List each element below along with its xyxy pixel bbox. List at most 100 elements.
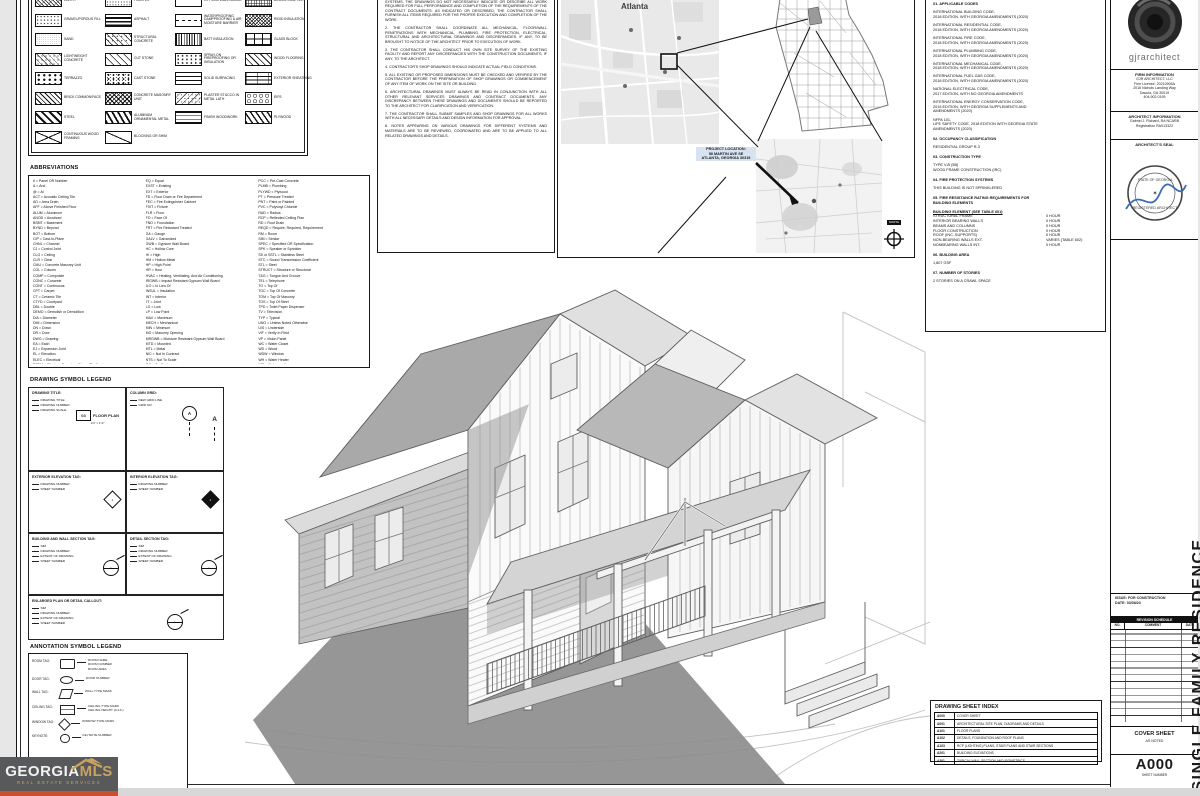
material-hatch-swatch bbox=[175, 0, 202, 7]
sheet-index-number: A102 bbox=[935, 735, 955, 741]
material-legend-item: CUT STONE bbox=[105, 50, 172, 70]
project-title-section: SINGLE FAMILY RESIDENCE 58 MARTIN AVE SE… bbox=[1111, 240, 1198, 594]
material-hatch-swatch bbox=[245, 33, 272, 46]
sheet-index-name: ARCHITECTURAL SITE PLAN, DIAGRAMS AND DE… bbox=[955, 722, 1097, 726]
revision-col-no: NO. bbox=[1111, 623, 1125, 629]
annotation-tag-label: WINDOW TAG: bbox=[32, 719, 58, 724]
leader-line bbox=[74, 693, 83, 694]
material-hatch-swatch bbox=[35, 0, 62, 7]
annotation-legend-row: WALL TAG: WALL TYPE MARK bbox=[32, 689, 184, 700]
material-hatch-swatch bbox=[245, 53, 272, 66]
sheet-index-name: BUILDING ELEVATIONS bbox=[955, 751, 1097, 755]
firm-logo-text: gjrarchitect bbox=[1111, 52, 1198, 62]
materials-column-1: EARTHGRAVEL/POROUS FILLSANDLIGHTWEIGHT C… bbox=[35, 0, 102, 153]
annotation-symbol-labels: ROOM NAME ROOM NUMBER ROOM AREA bbox=[88, 658, 112, 671]
annotation-symbol-glyph bbox=[60, 734, 70, 744]
material-hatch-swatch bbox=[35, 53, 62, 66]
annotation-symbol-glyph bbox=[60, 676, 73, 684]
material-legend-item: SAND bbox=[35, 30, 102, 50]
annotation-symbol-labels: CEILING TYPE MARK CEILING HEIGHT (A.F.F.… bbox=[88, 704, 124, 713]
material-hatch-swatch bbox=[105, 0, 132, 7]
material-label: WATERPROOFING DAMPPROOFING & AIR MOISTUR… bbox=[204, 15, 242, 26]
general-note: ARCHITECTURAL ELEMENTS AND TYPE OF STRUC… bbox=[385, 0, 547, 23]
general-note: 8. NOTES APPEARING ON VARIOUS DRAWINGS F… bbox=[385, 124, 547, 138]
material-legend-item: PLASTER bbox=[105, 0, 172, 11]
sheet-index-name: RCP (LIGHTING) PLANS, STAIR PLANS AND ST… bbox=[955, 744, 1097, 748]
annotation-tag-label: ROOM TAG: bbox=[32, 658, 58, 663]
material-hatch-swatch bbox=[35, 111, 62, 124]
wall-section-symbol: 1 bbox=[103, 558, 119, 578]
annotation-symbol-glyph bbox=[58, 689, 73, 699]
material-hatch-swatch bbox=[105, 72, 132, 85]
annotation-tag-label: DOOR TAG: bbox=[32, 676, 58, 681]
material-label: GYPSUM WALL BOARD bbox=[204, 0, 242, 3]
page-bottom-margin bbox=[0, 788, 1200, 796]
material-hatch-swatch bbox=[35, 33, 62, 46]
issue-date: DATE: 03/08/23 bbox=[1115, 601, 1198, 606]
sheet-index-name: FLOOR PLANS bbox=[955, 729, 1097, 733]
material-label: LIGHTWEIGHT CONCRETE bbox=[64, 55, 102, 63]
legend-cell-exterior-elevation: EXTERIOR ELEVATION TAG: DRAWING NUMBER S… bbox=[28, 471, 126, 533]
material-label: BATT INSULATION bbox=[204, 38, 242, 42]
code-line: 04. FIRE PROTECTION SYSTEMS bbox=[933, 178, 1098, 183]
material-legend-item bbox=[175, 128, 242, 148]
legend-label: GRID NO. bbox=[130, 403, 220, 408]
material-label: BRICK COMMON/FACE bbox=[64, 96, 102, 100]
exterior-elevation-symbol: 1 bbox=[106, 490, 119, 509]
code-line: 2018 EDITION, WITH GEORGIA AMENDMENTS (2… bbox=[933, 28, 1098, 33]
material-label: ALUMINUM ORNAMENTAL METAL bbox=[134, 114, 172, 122]
material-hatch-swatch bbox=[245, 72, 272, 85]
material-legend-item: TERRAZZO bbox=[35, 69, 102, 89]
north-label: NORTH bbox=[887, 220, 902, 225]
grid-letter: A bbox=[212, 416, 217, 423]
issue-section: ISSUE: FOR CONSTRUCTION DATE: 03/08/23 bbox=[1111, 594, 1198, 617]
interior-elevation-symbol: 1 bbox=[204, 490, 217, 509]
material-hatch-swatch bbox=[105, 92, 132, 105]
material-hatch-swatch bbox=[175, 14, 202, 27]
material-legend-item: ALUMINUM ORNAMENTAL METAL bbox=[105, 108, 172, 128]
material-legend-item: LIGHTWEIGHT CONCRETE bbox=[35, 50, 102, 70]
annotation-symbol-labels: DOOR NUMBER bbox=[86, 676, 110, 680]
abbreviations-title: ABBREVIATIONS bbox=[30, 165, 79, 171]
code-line: 07. NUMBER OF STORIES bbox=[933, 271, 1098, 276]
material-legend-item: STEEL bbox=[35, 108, 102, 128]
code-line: 03. CONSTRUCTION TYPE bbox=[933, 155, 1098, 160]
leader-line bbox=[75, 680, 84, 681]
material-label: GLASS BLOCK bbox=[274, 38, 312, 42]
firm-phone: 404.902.0195 bbox=[1111, 95, 1198, 100]
material-label: STRUCTURAL CONCRETE bbox=[134, 36, 172, 44]
sheet-number: A000 bbox=[1111, 756, 1198, 773]
title-block: gjrarchitect FIRM INFORMATION GJR ARCHIT… bbox=[1110, 0, 1198, 787]
material-label: STEEL bbox=[64, 116, 102, 120]
revision-schedule-empty-rows bbox=[1111, 630, 1198, 722]
annotation-legend-row: KEYNOTE: KEYNOTE NUMBER bbox=[32, 733, 184, 743]
location-maps-panel: Atlanta bbox=[557, 0, 915, 258]
revision-col-date: DATE bbox=[1182, 623, 1198, 629]
architect-information-section: ARCHITECT INFORMATION Gabriel J. Richard… bbox=[1111, 112, 1198, 140]
mls-roof-icon bbox=[70, 758, 104, 770]
leader-line bbox=[77, 708, 86, 709]
materials-column-4: ACOUSTICAL TILERIGID INSULATIONGLASS BLO… bbox=[245, 0, 312, 153]
drawing-sheet-index-panel: DRAWING SHEET INDEX A000 COVER SHEET A00… bbox=[930, 700, 1102, 762]
sheet-number-section: A000 SHEET NUMBER bbox=[1111, 755, 1198, 787]
street-map-graphic bbox=[756, 139, 882, 253]
sheet-index-title: DRAWING SHEET INDEX bbox=[935, 704, 1098, 710]
sheet-index-number: A201 bbox=[935, 750, 955, 756]
material-legend-item: EIFS bbox=[245, 89, 312, 109]
material-hatch-swatch bbox=[245, 111, 272, 124]
code-line: RESIDENTIAL GROUP R-3 bbox=[933, 145, 1098, 150]
material-legend-item: GLASS BLOCK bbox=[245, 30, 312, 50]
legend-cell-detail-section: DETAIL SECTION TAG: SIM DRAWING NUMBER E… bbox=[126, 533, 224, 595]
code-line: LIFE SAFETY CODE, 2018 EDITION WITH GEOR… bbox=[933, 122, 1098, 131]
material-hatch-swatch bbox=[175, 53, 202, 66]
material-legend-item: SOLID SURFACING bbox=[175, 69, 242, 89]
sheet-index-row: A101 FLOOR PLANS bbox=[935, 728, 1097, 735]
code-line: 2018 EDITION, WITH GEORGIA AMENDMENTS (2… bbox=[933, 79, 1098, 84]
code-line: 2015 EDITION, WITH GEORGIA SUPPLEMENTS A… bbox=[933, 105, 1098, 114]
material-label: PLASTER bbox=[134, 0, 172, 3]
watermark-tagline: REAL ESTATE SERVICES bbox=[17, 780, 101, 785]
material-legend-item: EARTH bbox=[35, 0, 102, 11]
material-legend-item: BATT INSULATION bbox=[175, 30, 242, 50]
materials-column-2: PLASTERASPHALTSTRUCTURAL CONCRETECUT STO… bbox=[105, 0, 172, 153]
code-line: 2017 EDITION, WITH NO GEORGIA AMENDMENTS bbox=[933, 92, 1098, 97]
